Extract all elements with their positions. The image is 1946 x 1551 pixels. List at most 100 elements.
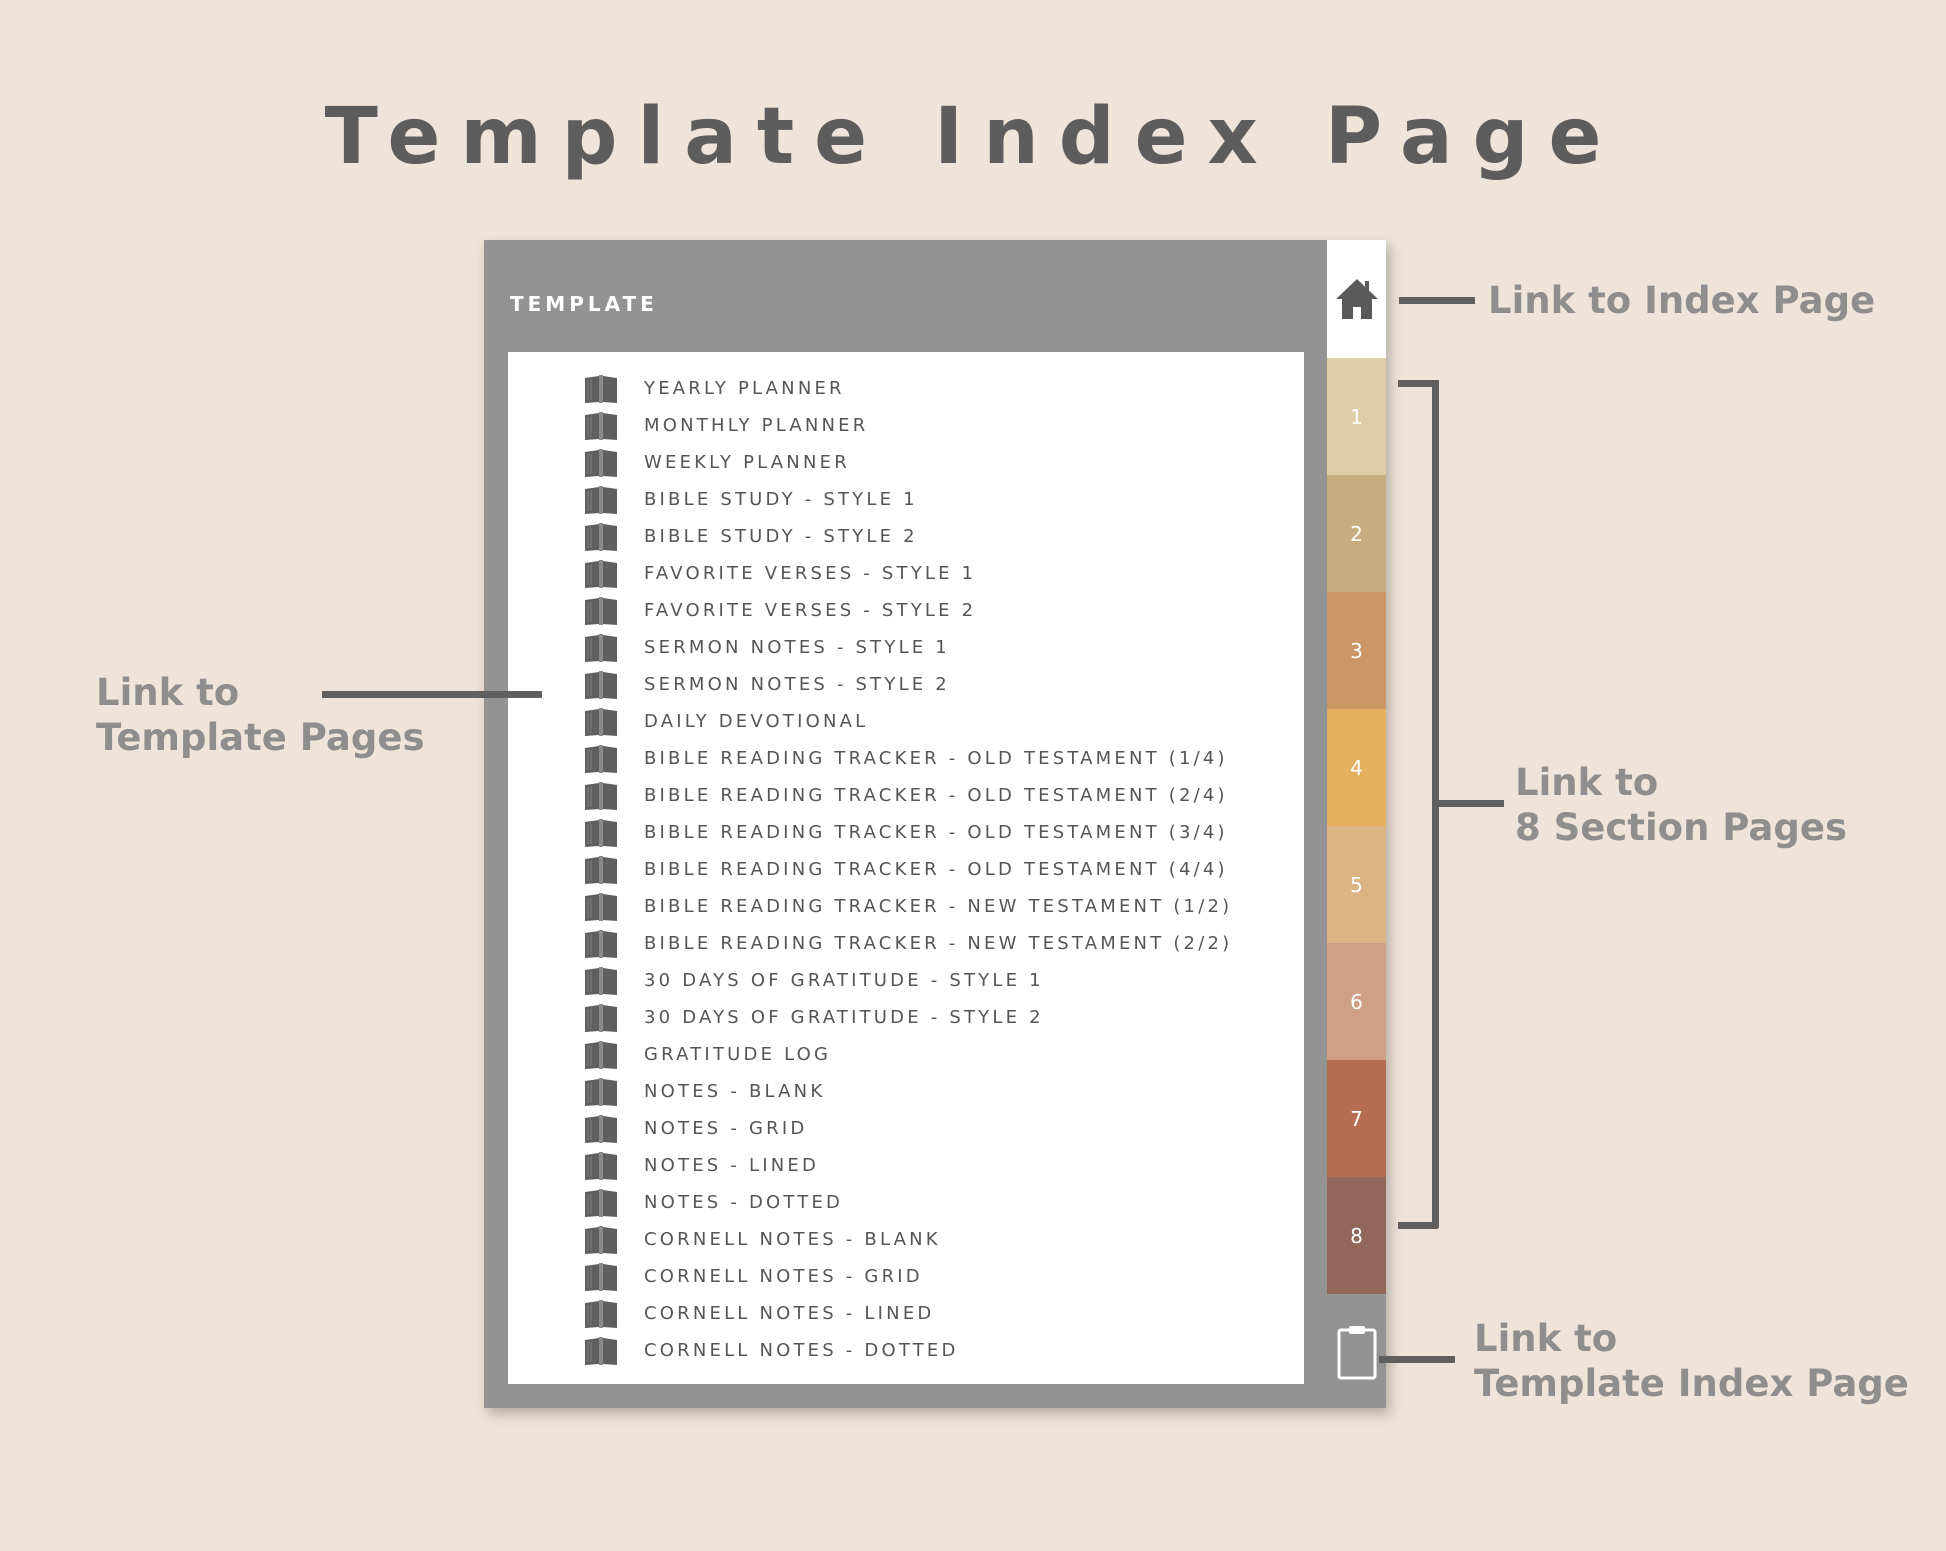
page-title: Template Index Page [324, 92, 1622, 182]
book-icon [585, 707, 617, 736]
template-list-item[interactable]: 30 DAYS OF GRATITUDE - STYLE 2 [508, 999, 1304, 1036]
book-icon [585, 1225, 617, 1254]
template-list-item[interactable]: SERMON NOTES - STYLE 2 [508, 666, 1304, 703]
annotation-index-page: Link to Index Page [1488, 279, 1876, 322]
template-label: CORNELL NOTES - LINED [644, 1303, 935, 1324]
annotation-template-index: Link to Template Index Page [1474, 1316, 1909, 1406]
book-icon [585, 744, 617, 773]
template-list-item[interactable]: YEARLY PLANNER [508, 370, 1304, 407]
home-icon [1335, 279, 1378, 319]
template-label: CORNELL NOTES - DOTTED [644, 1340, 959, 1361]
section-tab-1[interactable]: 1 [1327, 358, 1386, 475]
template-label: YEARLY PLANNER [644, 378, 845, 399]
home-tab[interactable] [1327, 240, 1386, 358]
template-list-item[interactable]: NOTES - DOTTED [508, 1184, 1304, 1221]
book-icon [585, 411, 617, 440]
template-list-item[interactable]: BIBLE READING TRACKER - OLD TESTAMENT (2… [508, 777, 1304, 814]
template-list-item[interactable]: BIBLE STUDY - STYLE 2 [508, 518, 1304, 555]
book-icon [585, 670, 617, 699]
annotation-section-pages-line2: 8 Section Pages [1515, 806, 1848, 849]
template-list-item[interactable]: MONTHLY PLANNER [508, 407, 1304, 444]
template-list-item[interactable]: CORNELL NOTES - DOTTED [508, 1332, 1304, 1369]
template-list-item[interactable]: BIBLE READING TRACKER - OLD TESTAMENT (1… [508, 740, 1304, 777]
annotation-template-index-line2: Template Index Page [1474, 1362, 1909, 1405]
template-list-item[interactable]: SERMON NOTES - STYLE 1 [508, 629, 1304, 666]
book-icon [585, 522, 617, 551]
template-list-item[interactable]: 30 DAYS OF GRATITUDE - STYLE 1 [508, 962, 1304, 999]
template-label: SERMON NOTES - STYLE 2 [644, 674, 950, 695]
template-label: CORNELL NOTES - GRID [644, 1266, 923, 1287]
book-icon [585, 929, 617, 958]
book-icon [585, 596, 617, 625]
annotation-template-pages-line2: Template Pages [96, 716, 425, 759]
section-tab-7[interactable]: 7 [1327, 1060, 1386, 1177]
book-icon [585, 1114, 617, 1143]
template-list-item[interactable]: GRATITUDE LOG [508, 1036, 1304, 1073]
book-icon [585, 485, 617, 514]
book-icon [585, 559, 617, 588]
template-list-item[interactable]: BIBLE READING TRACKER - OLD TESTAMENT (4… [508, 851, 1304, 888]
planner-device: TEMPLATE YEARLY PLANNER MONTHLY PLANNER WE… [484, 240, 1386, 1408]
section-tab-6[interactable]: 6 [1327, 943, 1386, 1060]
template-label: BIBLE READING TRACKER - OLD TESTAMENT (1… [644, 748, 1228, 769]
template-list-item[interactable]: BIBLE READING TRACKER - NEW TESTAMENT (1… [508, 888, 1304, 925]
template-index-tab[interactable] [1327, 1312, 1386, 1392]
template-list-item[interactable]: BIBLE READING TRACKER - OLD TESTAMENT (3… [508, 814, 1304, 851]
template-list-item[interactable]: NOTES - BLANK [508, 1073, 1304, 1110]
template-label: DAILY DEVOTIONAL [644, 711, 869, 732]
book-icon [585, 1040, 617, 1069]
book-icon [585, 1336, 617, 1365]
book-icon [585, 1077, 617, 1106]
template-list-item[interactable]: FAVORITE VERSES - STYLE 2 [508, 592, 1304, 629]
template-label: BIBLE READING TRACKER - NEW TESTAMENT (2… [644, 933, 1233, 954]
template-label: NOTES - GRID [644, 1118, 808, 1139]
template-list-item[interactable]: NOTES - LINED [508, 1147, 1304, 1184]
template-list: YEARLY PLANNER MONTHLY PLANNER WEEKLY PLAN… [508, 370, 1304, 1369]
section-header: TEMPLATE [510, 292, 658, 316]
template-label: BIBLE READING TRACKER - OLD TESTAMENT (2… [644, 785, 1228, 806]
book-icon [585, 633, 617, 662]
template-list-item[interactable]: CORNELL NOTES - LINED [508, 1295, 1304, 1332]
connector-line-sections [1438, 800, 1504, 807]
template-label: GRATITUDE LOG [644, 1044, 832, 1065]
template-list-item[interactable]: CORNELL NOTES - GRID [508, 1258, 1304, 1295]
template-label: FAVORITE VERSES - STYLE 1 [644, 563, 977, 584]
template-list-page: YEARLY PLANNER MONTHLY PLANNER WEEKLY PLAN… [508, 352, 1304, 1384]
annotation-template-pages: Link to Template Pages [96, 670, 424, 760]
template-label: 30 DAYS OF GRATITUDE - STYLE 2 [644, 1007, 1044, 1028]
template-list-item[interactable]: DAILY DEVOTIONAL [508, 703, 1304, 740]
book-icon [585, 374, 617, 403]
section-tab-3[interactable]: 3 [1327, 592, 1386, 709]
template-label: FAVORITE VERSES - STYLE 2 [644, 600, 977, 621]
template-label: WEEKLY PLANNER [644, 452, 850, 473]
section-tab-4[interactable]: 4 [1327, 709, 1386, 826]
template-list-item[interactable]: NOTES - GRID [508, 1110, 1304, 1147]
template-list-item[interactable]: BIBLE STUDY - STYLE 1 [508, 481, 1304, 518]
clipboard-icon [1337, 1326, 1376, 1380]
template-label: BIBLE STUDY - STYLE 2 [644, 526, 918, 547]
template-list-item[interactable]: CORNELL NOTES - BLANK [508, 1221, 1304, 1258]
book-icon [585, 448, 617, 477]
book-icon [585, 1003, 617, 1032]
book-icon [585, 1299, 617, 1328]
book-icon [585, 855, 617, 884]
connector-line-index [1399, 297, 1475, 304]
book-icon [585, 1262, 617, 1291]
book-icon [585, 781, 617, 810]
template-list-item[interactable]: BIBLE READING TRACKER - NEW TESTAMENT (2… [508, 925, 1304, 962]
book-icon [585, 818, 617, 847]
template-list-item[interactable]: FAVORITE VERSES - STYLE 1 [508, 555, 1304, 592]
connector-line-templates [322, 691, 542, 698]
section-tab-2[interactable]: 2 [1327, 475, 1386, 592]
section-tab-8[interactable]: 8 [1327, 1177, 1386, 1294]
template-label: BIBLE READING TRACKER - OLD TESTAMENT (3… [644, 822, 1228, 843]
section-tab-5[interactable]: 5 [1327, 826, 1386, 943]
template-label: MONTHLY PLANNER [644, 415, 869, 436]
template-label: BIBLE READING TRACKER - OLD TESTAMENT (4… [644, 859, 1228, 880]
template-label: SERMON NOTES - STYLE 1 [644, 637, 950, 658]
template-label: CORNELL NOTES - BLANK [644, 1229, 941, 1250]
template-list-item[interactable]: WEEKLY PLANNER [508, 444, 1304, 481]
template-label: BIBLE READING TRACKER - NEW TESTAMENT (1… [644, 896, 1233, 917]
annotation-template-index-line1: Link to [1474, 1317, 1618, 1360]
annotation-section-pages: Link to 8 Section Pages [1515, 760, 1847, 850]
